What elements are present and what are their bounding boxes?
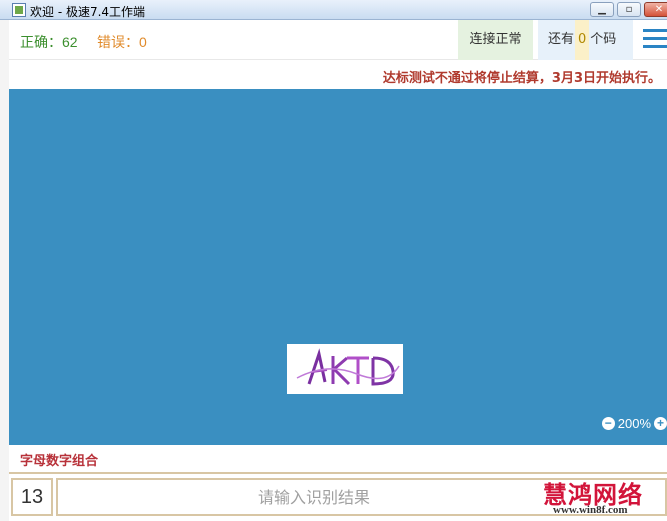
answer-input[interactable] (56, 478, 667, 516)
window-title: 欢迎 - 极速7.4工作端 (30, 5, 146, 19)
code-counter: 13 (11, 478, 53, 516)
status-bar: 正确：62 错误：0 连接正常 还有 0 个码 (9, 20, 667, 60)
captcha-type-label: 字母数字组合 (20, 454, 99, 469)
app-icon (12, 3, 26, 17)
zoom-control: − 200% + (601, 415, 667, 431)
notice-text: 达标测试不通过将停止结算，3月3日开始执行。 (382, 71, 661, 86)
answer-row: 13 (9, 472, 667, 519)
app-window: 欢迎 - 极速7.4工作端 ▁ ▫ ✕ 正确：62 错误：0 连接正常 还有 0 个… (0, 0, 667, 521)
connection-status: 连接正常 (458, 20, 533, 60)
notice-bar: 达标测试不通过将停止结算，3月3日开始执行。 (9, 60, 667, 89)
remaining-suffix: 个码 (590, 32, 617, 47)
hamburger-menu-icon[interactable] (643, 29, 667, 51)
error-count: 错误：0 (97, 34, 147, 50)
captcha-stage: − 200% + (9, 89, 667, 445)
maximize-button[interactable]: ▫ (617, 2, 641, 17)
close-button[interactable]: ✕ (644, 2, 667, 17)
zoom-level: 200% (617, 415, 651, 431)
zoom-out-icon[interactable]: − (601, 416, 615, 430)
remaining-count: 0 (575, 20, 590, 60)
title-bar: 欢迎 - 极速7.4工作端 ▁ ▫ ✕ (0, 0, 667, 20)
captcha-image (287, 344, 403, 394)
zoom-in-icon[interactable]: + (654, 416, 667, 430)
remaining-codes: 还有 0 个码 (538, 20, 633, 60)
minimize-button[interactable]: ▁ (590, 2, 614, 17)
correct-count: 正确：62 (20, 34, 78, 50)
remaining-prefix: 还有 (548, 32, 575, 47)
